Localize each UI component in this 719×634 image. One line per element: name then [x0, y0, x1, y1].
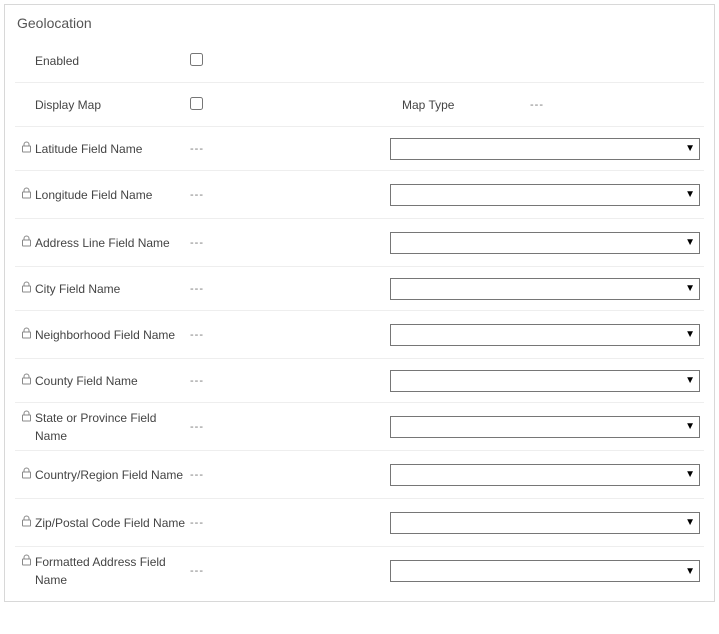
value-address-text: ---: [190, 237, 390, 249]
chevron-down-icon: ▼: [685, 421, 695, 432]
lock-icon: [21, 327, 35, 339]
chevron-down-icon: ▼: [685, 566, 695, 577]
row-zip: Zip/Postal Code Field Name --- ▼: [15, 499, 704, 547]
value-neighborhood-text: ---: [190, 329, 390, 341]
lock-icon: [21, 467, 35, 479]
zip-select[interactable]: ▼: [390, 512, 700, 534]
country-select[interactable]: ▼: [390, 464, 700, 486]
value-state-text: ---: [190, 421, 390, 433]
label-map-type: Map Type: [390, 98, 530, 112]
value-enabled: [190, 53, 390, 69]
county-select[interactable]: ▼: [390, 370, 700, 392]
chevron-down-icon: ▼: [685, 237, 695, 248]
geolocation-panel: Geolocation Enabled Display Map Map Type…: [4, 4, 715, 602]
value-map-type: ---: [530, 99, 704, 111]
row-neighborhood: Neighborhood Field Name --- ▼: [15, 311, 704, 359]
chevron-down-icon: ▼: [685, 189, 695, 200]
label-longitude: Longitude Field Name: [15, 186, 190, 204]
chevron-down-icon: ▼: [685, 143, 695, 154]
longitude-select[interactable]: ▼: [390, 184, 700, 206]
lock-icon: [21, 281, 35, 293]
chevron-down-icon: ▼: [685, 469, 695, 480]
row-city: City Field Name --- ▼: [15, 267, 704, 311]
value-county-text: ---: [190, 375, 390, 387]
lock-icon: [21, 410, 35, 422]
row-display-map: Display Map Map Type ---: [15, 83, 704, 127]
row-latitude: Latitude Field Name --- ▼: [15, 127, 704, 171]
row-state: State or Province Field Name --- ▼: [15, 403, 704, 451]
chevron-down-icon: ▼: [685, 329, 695, 340]
value-country-text: ---: [190, 469, 390, 481]
chevron-down-icon: ▼: [685, 375, 695, 386]
chevron-down-icon: ▼: [685, 283, 695, 294]
label-address: Address Line Field Name: [15, 234, 190, 252]
label-latitude: Latitude Field Name: [15, 140, 190, 158]
neighborhood-select[interactable]: ▼: [390, 324, 700, 346]
lock-icon: [21, 235, 35, 247]
value-display-map: [190, 97, 390, 113]
label-formatted: Formatted Address Field Name: [15, 553, 190, 589]
address-select[interactable]: ▼: [390, 232, 700, 254]
value-formatted-text: ---: [190, 565, 390, 577]
city-select[interactable]: ▼: [390, 278, 700, 300]
section-title: Geolocation: [17, 15, 704, 31]
label-zip: Zip/Postal Code Field Name: [15, 514, 190, 532]
lock-icon: [21, 515, 35, 527]
display-map-checkbox[interactable]: [190, 97, 203, 110]
row-longitude: Longitude Field Name --- ▼: [15, 171, 704, 219]
label-display-map: Display Map: [15, 96, 190, 114]
formatted-select[interactable]: ▼: [390, 560, 700, 582]
latitude-select[interactable]: ▼: [390, 138, 700, 160]
value-zip-text: ---: [190, 517, 390, 529]
lock-icon: [21, 554, 35, 566]
row-enabled: Enabled: [15, 39, 704, 83]
row-address: Address Line Field Name --- ▼: [15, 219, 704, 267]
label-state: State or Province Field Name: [15, 409, 190, 445]
label-country: Country/Region Field Name: [15, 466, 190, 484]
label-county: County Field Name: [15, 372, 190, 390]
value-longitude-text: ---: [190, 189, 390, 201]
lock-icon: [21, 187, 35, 199]
value-city-text: ---: [190, 283, 390, 295]
row-county: County Field Name --- ▼: [15, 359, 704, 403]
enabled-checkbox[interactable]: [190, 53, 203, 66]
lock-icon: [21, 141, 35, 153]
label-city: City Field Name: [15, 280, 190, 298]
row-country: Country/Region Field Name --- ▼: [15, 451, 704, 499]
state-select[interactable]: ▼: [390, 416, 700, 438]
value-latitude-text: ---: [190, 143, 390, 155]
chevron-down-icon: ▼: [685, 517, 695, 528]
label-neighborhood: Neighborhood Field Name: [15, 326, 190, 344]
row-formatted: Formatted Address Field Name --- ▼: [15, 547, 704, 595]
label-enabled: Enabled: [15, 52, 190, 70]
lock-icon: [21, 373, 35, 385]
